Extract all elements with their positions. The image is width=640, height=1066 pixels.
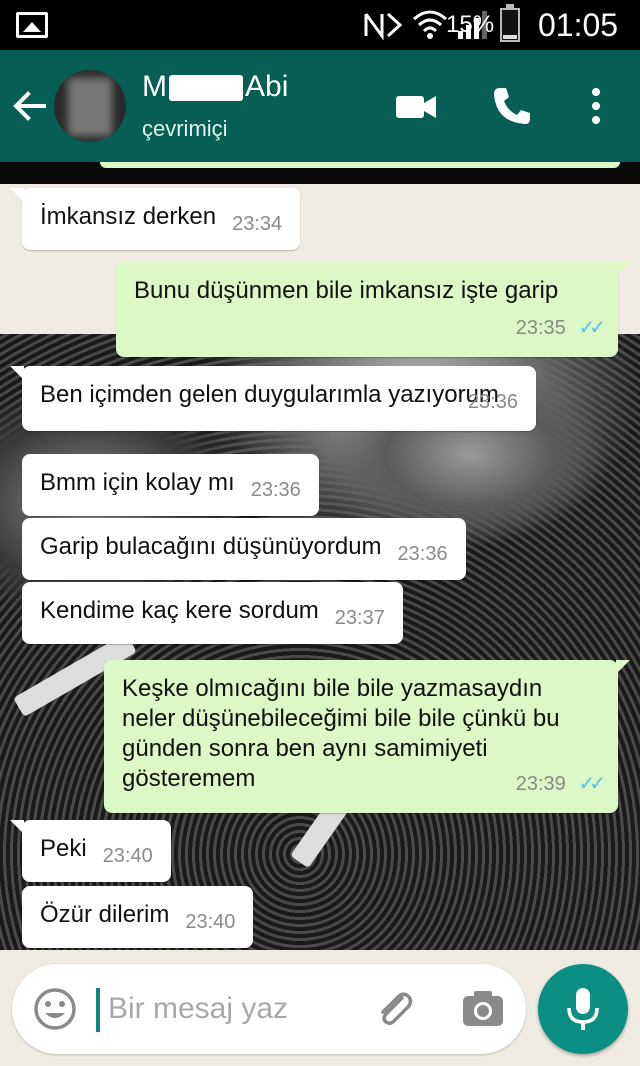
wifi-icon (413, 10, 447, 39)
message-bubble[interactable]: Keşke olmıcağını bile bile yazmasaydın n… (104, 660, 630, 813)
battery-level (503, 34, 517, 39)
message-time: 23:40 (102, 845, 153, 867)
message-text: Bunu düşünmen bile imkansız işte garip (134, 277, 559, 304)
camera-button[interactable] (460, 986, 506, 1032)
input-placeholder: Bir mesaj yaz (108, 992, 289, 1025)
message-time: 23:36 (250, 479, 301, 501)
message-bubble[interactable]: Peki 23:40 (10, 820, 171, 882)
message-time: 23:36 (467, 391, 518, 413)
message-time: 23:34 (232, 213, 283, 235)
read-receipt-icon: ✓✓ (578, 773, 605, 795)
video-call-button[interactable] (392, 82, 440, 130)
status-bar: 15% 01:05 (0, 0, 640, 50)
contact-name[interactable]: M Abi (142, 70, 288, 104)
emoji-icon (34, 988, 76, 1030)
message-text: Ben içimden gelen duygularımla yazıyorum (40, 381, 499, 408)
message-bubble[interactable]: Bunu düşünmen bile imkansız işte garip 2… (116, 262, 630, 357)
back-arrow-icon (13, 91, 46, 121)
message-bubble[interactable]: Ben içimden gelen duygularımla yazıyorum… (10, 366, 536, 431)
message-text: İmkansız derken (40, 203, 217, 230)
contact-name-start: M (142, 70, 167, 103)
video-call-icon (396, 96, 436, 118)
message-text: Kendime kaç kere sordum (40, 597, 319, 624)
message-input[interactable]: Bir mesaj yaz (12, 964, 526, 1054)
message-time: 23:40 (185, 911, 236, 933)
avatar[interactable] (54, 70, 126, 142)
chat-header: M Abi çevrimiçi (0, 50, 640, 162)
composer-bar: Bir mesaj yaz (0, 950, 640, 1066)
voice-call-button[interactable] (488, 82, 536, 130)
message-time: 23:36 (397, 543, 448, 565)
gallery-icon (16, 12, 48, 38)
message-bubble[interactable]: Bmm için kolay mı 23:36 (22, 454, 319, 516)
message-text: Peki (40, 835, 87, 862)
more-vert-icon (592, 88, 600, 124)
name-redaction (169, 75, 243, 102)
message-bubble[interactable]: Kendime kaç kere sordum 23:37 (22, 582, 403, 644)
clock: 01:05 (538, 7, 619, 43)
attach-button[interactable] (372, 986, 418, 1032)
battery-percent: 15% (446, 11, 495, 38)
chat-area[interactable]: İmkansız derken 23:34 Bunu düşünmen bile… (0, 184, 640, 950)
message-text: Garip bulacağını düşünüyordum (40, 533, 382, 560)
message-bubble[interactable]: Özür dilerim 23:40 (22, 886, 254, 948)
battery-icon (500, 4, 520, 42)
message-bubble[interactable]: İmkansız derken 23:34 (9, 188, 301, 250)
voice-record-button[interactable] (538, 964, 628, 1054)
contact-status: çevrimiçi (142, 116, 228, 141)
nfc-icon (364, 12, 403, 40)
mic-icon (567, 988, 599, 1030)
more-options-button[interactable] (572, 82, 620, 130)
header-divider (0, 162, 640, 184)
message-time: 23:35 (515, 317, 566, 339)
read-receipt-icon: ✓✓ (578, 317, 605, 339)
phone-icon (494, 88, 530, 124)
attach-icon (381, 992, 413, 1026)
message-time: 23:37 (334, 607, 385, 629)
back-button[interactable] (10, 86, 50, 126)
contact-name-end: Abi (245, 70, 289, 103)
text-cursor (96, 988, 100, 1032)
camera-icon (463, 991, 503, 1026)
message-bubble[interactable]: Garip bulacağını düşünüyordum 23:36 (22, 518, 466, 580)
message-text: Özür dilerim (40, 901, 170, 928)
message-text: Bmm için kolay mı (40, 469, 235, 496)
emoji-button[interactable] (32, 986, 78, 1032)
message-time: 23:39 (515, 773, 566, 795)
